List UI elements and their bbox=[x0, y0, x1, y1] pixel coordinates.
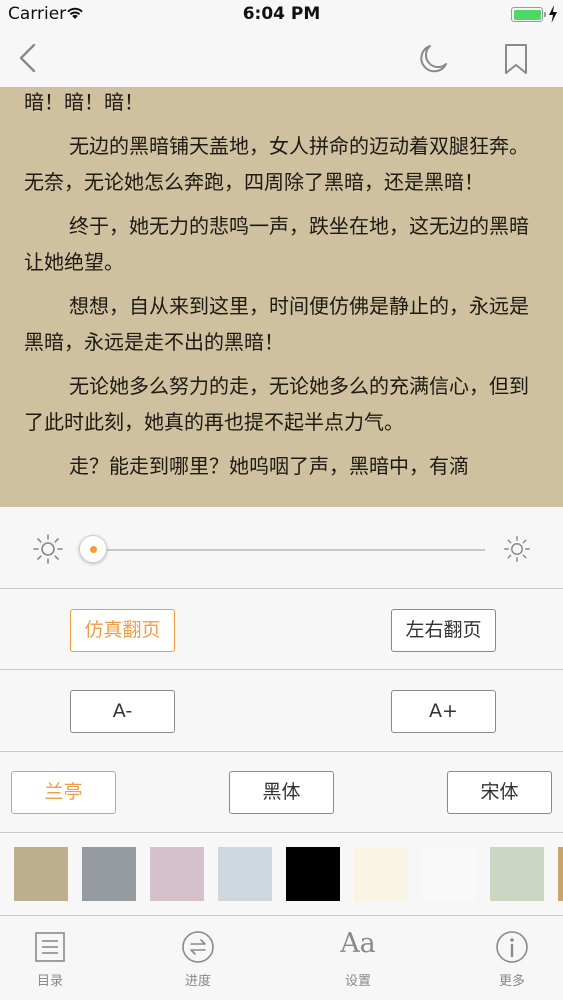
tab-label: 进度 bbox=[184, 974, 211, 989]
bottom-tab-bar: 目录 进度 Aa 设置 更多 bbox=[0, 915, 563, 1000]
font-size-decrease-button[interactable]: A- bbox=[70, 690, 175, 733]
font-songti-button[interactable]: 宋体 bbox=[447, 771, 552, 814]
font-size-increase-button[interactable]: A+ bbox=[391, 690, 496, 733]
paragraph: 暗！暗！暗！ bbox=[24, 90, 144, 114]
tab-label: 更多 bbox=[498, 974, 525, 989]
theme-swatch-pink[interactable] bbox=[150, 847, 204, 901]
paragraph: 无论她多么努力的走，无论她多么的充满信心，但到了此时此刻，她真的再也提不起半点力… bbox=[24, 374, 529, 434]
info-icon bbox=[496, 931, 528, 963]
status-bar: Carrier 6:04 PM bbox=[0, 0, 563, 30]
page-turn-simulation-button[interactable]: 仿真翻页 bbox=[70, 609, 175, 652]
tab-catalog[interactable]: 目录 bbox=[0, 916, 100, 1000]
tab-progress[interactable]: 进度 bbox=[148, 916, 248, 1000]
theme-swatch-white[interactable] bbox=[422, 847, 476, 901]
nav-bar bbox=[0, 30, 563, 87]
brightness-low-icon bbox=[33, 534, 63, 564]
theme-swatch-black[interactable] bbox=[286, 847, 340, 901]
battery-icon bbox=[511, 7, 546, 22]
paragraph: 无边的黑暗铺天盖地，女人拼命的迈动着双腿狂奔。无奈，无论她怎么奔跑，四周除了黑暗… bbox=[24, 134, 529, 194]
brightness-slider-track[interactable] bbox=[93, 549, 485, 551]
theme-swatch-sage[interactable] bbox=[490, 847, 544, 901]
paragraph: 终于，她无力的悲鸣一声，跌坐在地，这无边的黑暗让她绝望。 bbox=[24, 214, 529, 274]
tab-more[interactable]: 更多 bbox=[462, 916, 562, 1000]
tab-settings[interactable]: Aa 设置 bbox=[308, 916, 408, 1000]
paragraph: 想想，自从来到这里，时间便仿佛是静止的，永远是黑暗，永远是走不出的黑暗！ bbox=[24, 294, 529, 354]
reading-page[interactable]: 暗！暗！暗！ 无边的黑暗铺天盖地，女人拼命的迈动着双腿狂奔。无奈，无论她怎么奔跑… bbox=[0, 87, 563, 507]
theme-swatch-light-blue[interactable] bbox=[218, 847, 272, 901]
divider bbox=[0, 751, 563, 752]
theme-swatch-gray[interactable] bbox=[82, 847, 136, 901]
chapter-text: 暗！暗！暗！ 无边的黑暗铺天盖地，女人拼命的迈动着双腿狂奔。无奈，无论她怎么奔跑… bbox=[24, 87, 544, 492]
chevron-left-icon[interactable] bbox=[14, 42, 44, 74]
font-lanting-button[interactable]: 兰亭 bbox=[11, 771, 116, 814]
list-icon bbox=[35, 932, 65, 962]
charging-bolt-icon bbox=[549, 5, 557, 23]
tab-label: 设置 bbox=[344, 974, 371, 989]
divider bbox=[0, 832, 563, 833]
theme-swatch-khaki[interactable] bbox=[14, 847, 68, 901]
paragraph: 走？能走到哪里？她呜咽了声，黑暗中，有滴 bbox=[69, 454, 469, 478]
brightness-slider-thumb[interactable] bbox=[79, 535, 107, 563]
moon-icon[interactable] bbox=[416, 42, 450, 76]
font-settings-icon: Aa bbox=[340, 928, 376, 959]
theme-swatch-parchment[interactable] bbox=[558, 847, 563, 901]
divider bbox=[0, 588, 563, 589]
font-heiti-button[interactable]: 黑体 bbox=[229, 771, 334, 814]
progress-icon bbox=[182, 931, 214, 963]
divider bbox=[0, 669, 563, 670]
page-turn-slide-button[interactable]: 左右翻页 bbox=[391, 609, 496, 652]
clock: 6:04 PM bbox=[242, 4, 321, 24]
brightness-high-icon bbox=[504, 536, 530, 562]
theme-swatch-cream[interactable] bbox=[354, 847, 408, 901]
bookmark-icon[interactable] bbox=[502, 43, 530, 75]
tab-label: 目录 bbox=[36, 974, 63, 989]
